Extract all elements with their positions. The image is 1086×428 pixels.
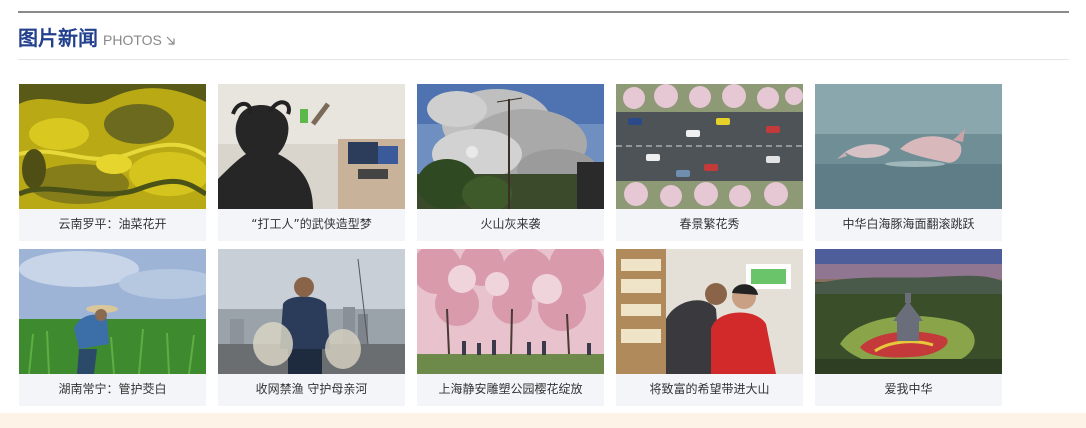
photo-card[interactable]: 爱我中华	[815, 249, 1002, 406]
photo-card[interactable]: 将致富的希望带进大山	[616, 249, 803, 406]
photo-caption[interactable]: 上海静安雕塑公园樱花绽放	[417, 374, 604, 406]
photo-card[interactable]: “打工人”的武侠造型梦	[218, 84, 405, 241]
fisherman-net-image	[218, 249, 405, 374]
photo-thumbnail[interactable]	[616, 84, 803, 209]
photo-card[interactable]: 春景繁花秀	[616, 84, 803, 241]
volcanic-ash-image	[417, 84, 604, 209]
photo-card[interactable]: 收网禁渔 守护母亲河	[218, 249, 405, 406]
more-photos-label: PHOTOS	[103, 32, 162, 48]
photo-caption[interactable]: “打工人”的武侠造型梦	[218, 209, 405, 241]
photo-caption[interactable]: 春景繁花秀	[616, 209, 803, 241]
photo-caption[interactable]: 中华白海豚海面翻滚跳跃	[815, 209, 1002, 241]
more-photos-link[interactable]: PHOTOS	[103, 32, 176, 48]
photo-thumbnail[interactable]	[218, 249, 405, 374]
photo-thumbnail[interactable]	[815, 84, 1002, 209]
photo-grid: 云南罗平：油菜花开 “打工人”的武侠造型梦 火山灰来袭 春景繁花秀 中华白海豚海…	[19, 84, 1002, 406]
aerial-village-image	[815, 249, 1002, 374]
photo-thumbnail[interactable]	[417, 249, 604, 374]
section-header: 图片新闻 PHOTOS	[18, 22, 176, 52]
photo-caption[interactable]: 将致富的希望带进大山	[616, 374, 803, 406]
costumed-worker-image	[218, 84, 405, 209]
photo-caption[interactable]: 云南罗平：油菜花开	[19, 209, 206, 241]
photo-thumbnail[interactable]	[616, 249, 803, 374]
cherry-blossom-image	[417, 249, 604, 374]
photo-caption[interactable]: 收网禁渔 守护母亲河	[218, 374, 405, 406]
photo-card[interactable]: 湖南常宁：管护茭白	[19, 249, 206, 406]
photo-thumbnail[interactable]	[417, 84, 604, 209]
photo-news-section: 图片新闻 PHOTOS 云南罗平：油菜花开 “打工人”的武侠造型梦 火山灰来袭 …	[0, 0, 1086, 428]
photo-thumbnail[interactable]	[19, 249, 206, 374]
white-dolphins-image	[815, 84, 1002, 209]
rapeseed-fields-image	[19, 84, 206, 209]
photo-caption[interactable]: 湖南常宁：管护茭白	[19, 374, 206, 406]
photo-thumbnail[interactable]	[815, 249, 1002, 374]
photo-caption[interactable]: 爱我中华	[815, 374, 1002, 406]
top-divider	[18, 11, 1069, 13]
photo-card[interactable]: 火山灰来袭	[417, 84, 604, 241]
photo-caption[interactable]: 火山灰来袭	[417, 209, 604, 241]
photo-card[interactable]: 上海静安雕塑公园樱花绽放	[417, 249, 604, 406]
bookstore-image	[616, 249, 803, 374]
aerial-road-blossom-image	[616, 84, 803, 209]
footer-band	[0, 413, 1086, 428]
section-title[interactable]: 图片新闻	[18, 22, 98, 51]
arrow-down-right-icon	[166, 36, 175, 45]
farmer-field-image	[19, 249, 206, 374]
photo-card[interactable]: 中华白海豚海面翻滚跳跃	[815, 84, 1002, 241]
header-divider	[18, 59, 1069, 60]
photo-thumbnail[interactable]	[218, 84, 405, 209]
photo-card[interactable]: 云南罗平：油菜花开	[19, 84, 206, 241]
photo-thumbnail[interactable]	[19, 84, 206, 209]
